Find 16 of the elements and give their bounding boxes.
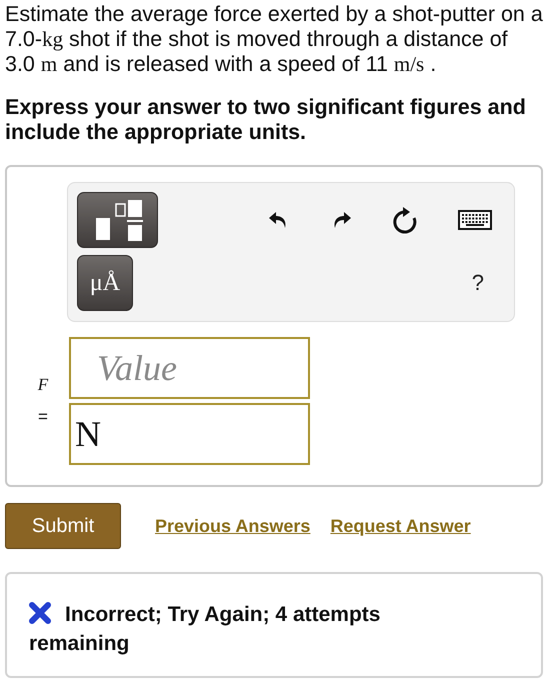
variable-label: F [38,375,48,395]
feedback-message: Incorrect; Try Again; 4 attempts remaining [29,601,382,657]
question-text: Estimate the average force exerted by a shot-putter on a 7.0-kg shot if the shot is moved through a distance of 3.0 m and is released with a speed of 11 m/s . [5,2,543,77]
units-button[interactable]: μÅ [77,255,133,311]
help-button[interactable]: ? [472,270,492,296]
units-field[interactable]: N [69,403,310,465]
value-field[interactable]: Value [69,337,310,399]
submit-button[interactable]: Submit [5,503,121,549]
reset-button[interactable] [392,206,418,234]
keyboard-button[interactable] [458,210,492,230]
answer-link[interactable]: Request Answer [330,516,471,536]
cross-icon [29,602,51,624]
template-button[interactable] [77,192,158,248]
equals-sign: = [38,407,48,427]
answer-link[interactable]: Previous Answers [155,516,310,536]
instruction-text: Express your answer to two significant figures and include the appropriate units. [5,95,527,145]
